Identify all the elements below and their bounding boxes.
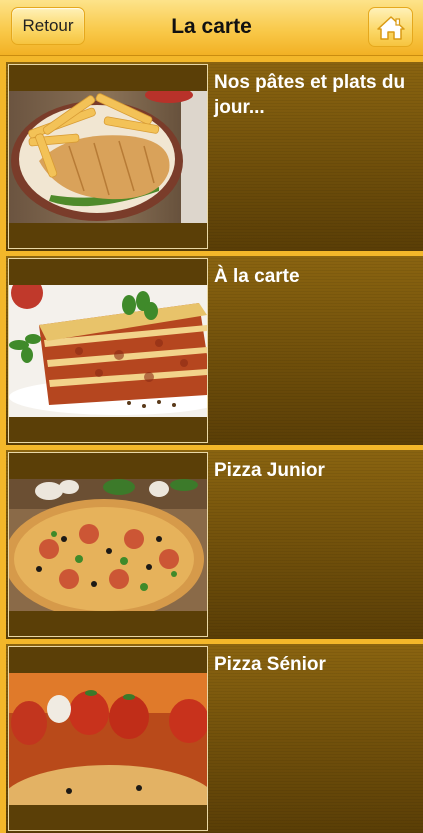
schnitzel-fries-photo xyxy=(9,91,207,223)
menu-item-label: Pizza Junior xyxy=(214,460,325,481)
home-icon xyxy=(377,16,405,40)
menu-item-a-la-carte[interactable]: À la carte xyxy=(6,256,423,445)
menu-item-label: À la carte xyxy=(214,266,300,287)
menu-item-pizza-senior[interactable]: Pizza Sénior xyxy=(6,644,423,833)
pizza-photo xyxy=(9,479,207,611)
home-button[interactable] xyxy=(368,7,413,47)
navigation-bar: Retour La carte xyxy=(0,0,423,56)
menu-item-pates[interactable]: Nos pâtes et plats du jour... xyxy=(6,62,423,251)
menu-item-label: Nos pâtes et plats du jour... xyxy=(214,72,406,118)
menu-item-thumbnail xyxy=(8,452,208,637)
pizza-tomatoes-photo xyxy=(9,673,207,805)
lasagna-photo xyxy=(9,285,207,417)
menu-item-label: Pizza Sénior xyxy=(214,654,326,675)
menu-item-thumbnail xyxy=(8,64,208,249)
menu-item-thumbnail xyxy=(8,258,208,443)
menu-list: Nos pâtes et plats du jour... À la carte… xyxy=(0,56,423,833)
page-title: La carte xyxy=(171,15,252,38)
menu-item-pizza-junior[interactable]: Pizza Junior xyxy=(6,450,423,639)
menu-item-thumbnail xyxy=(8,646,208,831)
